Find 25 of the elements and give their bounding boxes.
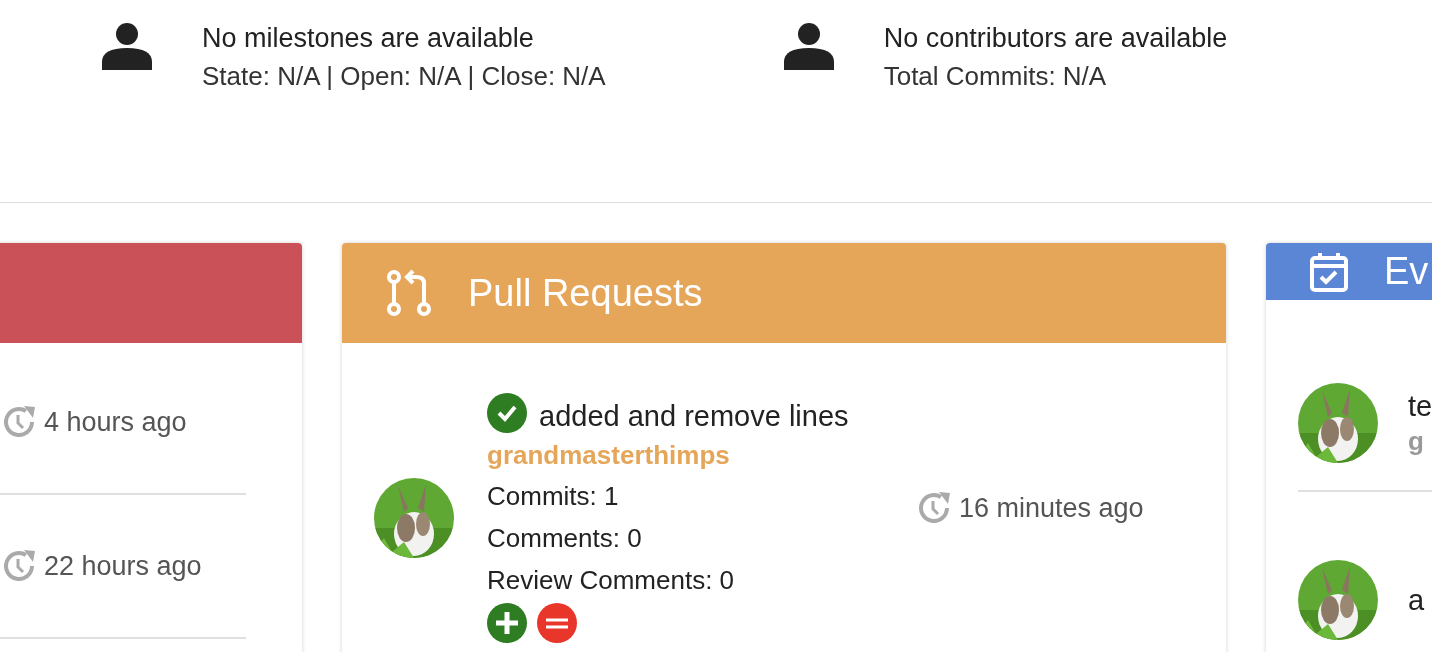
stat-text: Review Comments: 0 — [487, 564, 736, 597]
stat-text: Comments: 0 — [487, 522, 643, 555]
event-author: g — [1408, 425, 1425, 458]
pull-request-icon — [386, 269, 432, 317]
history-icon — [2, 404, 38, 440]
event-title: te — [1408, 389, 1432, 424]
person-icon — [102, 22, 152, 70]
summary-detail: State: N/A | Open: N/A | Close: N/A — [202, 60, 606, 92]
stat-text: Commits: 1 — [487, 480, 620, 513]
calendar-check-icon — [1310, 251, 1348, 292]
time-ago: 22 hours ago — [44, 549, 202, 583]
time-ago: 4 hours ago — [44, 405, 187, 439]
history-icon — [917, 490, 953, 526]
pull-request-title[interactable]: added and remove lines — [539, 399, 849, 433]
summary-detail: Total Commits: N/A — [883, 60, 1108, 92]
minus-icon — [537, 603, 577, 643]
time-ago: 16 minutes ago — [959, 491, 1144, 525]
person-icon — [783, 22, 834, 70]
plus-icon — [487, 603, 527, 643]
summary-title: No milestones are available — [202, 22, 535, 54]
card-title: Ev — [1384, 249, 1429, 294]
summary-title: No contributors are available — [883, 22, 1228, 54]
event-title: a — [1408, 583, 1425, 618]
card-title: Pull Requests — [468, 270, 703, 316]
history-icon — [2, 548, 38, 584]
